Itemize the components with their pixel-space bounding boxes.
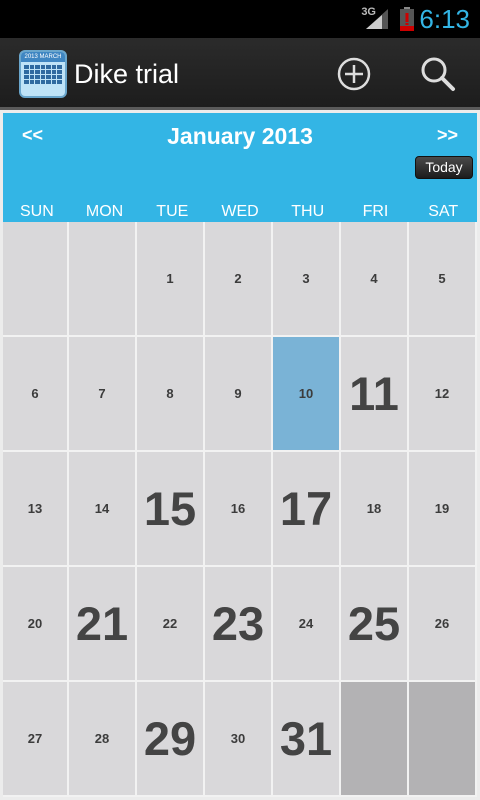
today-button[interactable]: Today <box>415 156 473 179</box>
app-icon-grid <box>21 62 65 87</box>
day-cell[interactable]: 16 <box>205 452 273 567</box>
day-cell[interactable]: 31 <box>273 682 341 797</box>
day-cell[interactable]: 12 <box>409 337 477 452</box>
day-cell[interactable]: 23 <box>205 567 273 682</box>
calendar: << January 2013 >> Today SUN MON TUE WED… <box>0 110 480 800</box>
day-cell[interactable]: 3 <box>273 222 341 337</box>
battery-low-icon <box>400 7 414 31</box>
day-cell[interactable]: 7 <box>69 337 137 452</box>
day-cell[interactable]: 15 <box>137 452 205 567</box>
day-cell[interactable]: 1 <box>137 222 205 337</box>
day-cell[interactable]: 6 <box>3 337 69 452</box>
add-event-button[interactable] <box>332 52 376 96</box>
day-cell[interactable]: 26 <box>409 567 477 682</box>
day-cell[interactable]: 10 <box>273 337 341 452</box>
day-cell[interactable]: 21 <box>69 567 137 682</box>
empty-day-cell[interactable] <box>3 222 69 337</box>
empty-day-cell[interactable] <box>409 682 477 797</box>
weekday-label: FRI <box>362 203 389 220</box>
day-cell[interactable]: 19 <box>409 452 477 567</box>
next-month-button[interactable]: >> <box>437 125 458 146</box>
search-icon <box>421 57 455 91</box>
weekday-label: SUN <box>19 203 54 220</box>
weekday-label: WED <box>221 203 259 220</box>
status-bar: 3G 6:13 <box>0 0 480 38</box>
empty-day-cell[interactable] <box>341 682 409 797</box>
weekday-label: THU <box>291 203 325 220</box>
calendar-header: << January 2013 >> Today SUN MON TUE WED… <box>3 113 477 222</box>
app-icon-caption: 2013 MARCH <box>21 52 65 62</box>
empty-day-cell[interactable] <box>69 222 137 337</box>
status-clock: 6:13 <box>419 4 470 34</box>
search-button[interactable] <box>416 52 460 96</box>
day-cell[interactable]: 29 <box>137 682 205 797</box>
month-title: January 2013 <box>167 123 313 149</box>
day-cell[interactable]: 5 <box>409 222 477 337</box>
day-cell[interactable]: 9 <box>205 337 273 452</box>
weekday-label: TUE <box>156 203 189 220</box>
day-cell[interactable]: 22 <box>137 567 205 682</box>
day-cell[interactable]: 24 <box>273 567 341 682</box>
day-cell[interactable]: 4 <box>341 222 409 337</box>
day-cell[interactable]: 25 <box>341 567 409 682</box>
weekday-label: SAT <box>428 203 459 220</box>
app-title: Dike trial <box>74 59 180 89</box>
day-cell[interactable]: 13 <box>3 452 69 567</box>
day-cell[interactable]: 2 <box>205 222 273 337</box>
day-grid: 1 2 3 4 5 6 7 8 9 10 11 12 13 14 15 16 17 18 19 20 21 22 23 24 2… <box>3 222 477 797</box>
day-cell[interactable]: 8 <box>137 337 205 452</box>
day-cell[interactable]: 11 <box>341 337 409 452</box>
day-cell[interactable]: 14 <box>69 452 137 567</box>
day-cell[interactable]: 27 <box>3 682 69 797</box>
weekday-label: MON <box>85 203 124 220</box>
signal-strength-icon <box>366 9 388 29</box>
day-cell[interactable]: 30 <box>205 682 273 797</box>
action-bar: 2013 MARCH Dike trial <box>0 38 480 110</box>
day-cell[interactable]: 20 <box>3 567 69 682</box>
add-circle-icon <box>337 57 371 91</box>
day-cell[interactable]: 18 <box>341 452 409 567</box>
weekday-header-row: SUN MON TUE WED THU FRI SAT <box>3 201 477 222</box>
day-cell[interactable]: 17 <box>273 452 341 567</box>
calendar-app-icon[interactable]: 2013 MARCH <box>19 50 67 98</box>
day-cell[interactable]: 28 <box>69 682 137 797</box>
